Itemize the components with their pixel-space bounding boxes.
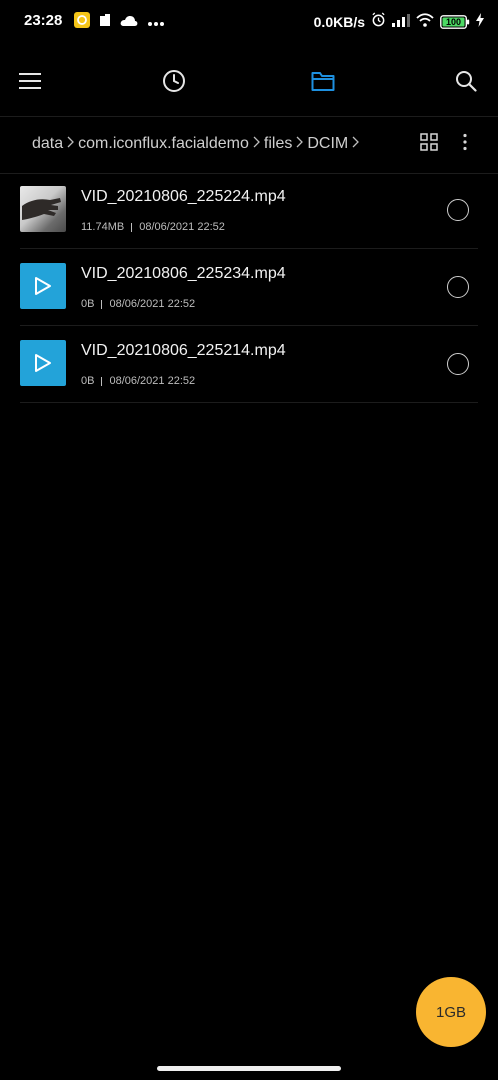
signal-icon: [392, 13, 410, 32]
file-row[interactable]: VID_20210806_225234.mp4 0B 08/06/2021 22…: [20, 249, 478, 326]
more-vertical-icon: [463, 133, 467, 151]
file-date: 08/06/2021 22:52: [139, 221, 225, 233]
breadcrumb-item-data[interactable]: data: [32, 135, 63, 153]
folder-icon: [311, 72, 335, 91]
file-name: VID_20210806_225214.mp4: [81, 342, 286, 359]
breadcrumb-item-files[interactable]: files: [264, 135, 292, 153]
clock-icon: [163, 70, 185, 92]
video-file-thumbnail: [20, 340, 66, 386]
file-row[interactable]: VID_20210806_225214.mp4 0B 08/06/2021 22…: [20, 326, 478, 403]
video-file-thumbnail: [20, 263, 66, 309]
status-bar: 23:28 0.0KB/s 100: [0, 0, 498, 44]
home-gesture-bar[interactable]: [157, 1066, 341, 1071]
alarm-icon: [371, 12, 386, 32]
file-size: 0B: [81, 298, 95, 310]
meta-divider: [101, 376, 103, 386]
chevron-right-icon: [296, 135, 304, 153]
battery-icon: 100: [440, 15, 470, 29]
select-checkbox[interactable]: [447, 199, 469, 221]
network-speed: 0.0KB/s: [313, 14, 365, 30]
breadcrumb-item-dcim[interactable]: DCIM: [307, 135, 348, 153]
select-checkbox[interactable]: [447, 353, 469, 375]
breadcrumb-bar: data com.iconflux.facialdemo files DCIM: [0, 116, 498, 174]
more-options-button[interactable]: [462, 133, 468, 156]
status-time: 23:28: [24, 12, 63, 29]
chevron-right-icon: [352, 135, 360, 153]
breadcrumb-item-package[interactable]: com.iconflux.facialdemo: [78, 135, 249, 153]
play-icon: [35, 277, 51, 295]
select-checkbox[interactable]: [447, 276, 469, 298]
more-notifications-icon: [147, 14, 165, 32]
search-icon: [456, 71, 477, 92]
cloud-icon: [120, 14, 138, 32]
chevron-right-icon: [253, 135, 260, 153]
storage-usage-button[interactable]: 1GB: [416, 977, 486, 1047]
menu-button[interactable]: [13, 64, 47, 98]
wifi-icon: [416, 12, 434, 32]
file-size: 11.74MB: [81, 221, 125, 233]
grid-view-icon: [420, 133, 438, 151]
menu-icon: [19, 73, 41, 89]
file-date: 08/06/2021 22:52: [109, 298, 196, 310]
breadcrumb: data com.iconflux.facialdemo files DCIM: [32, 135, 363, 153]
file-name: VID_20210806_225234.mp4: [81, 265, 286, 282]
storage-usage-label: 1GB: [435, 1003, 466, 1021]
chevron-right-icon: [67, 135, 75, 153]
meta-divider: [131, 222, 133, 232]
search-button[interactable]: [449, 64, 483, 98]
top-toolbar: [0, 56, 498, 104]
sim-card-icon: [99, 13, 111, 32]
meta-divider: [101, 299, 103, 309]
file-row[interactable]: VID_20210806_225224.mp4 11.74MB 08/06/20…: [20, 172, 478, 249]
grid-view-button[interactable]: [420, 133, 438, 156]
file-date: 08/06/2021 22:52: [109, 375, 196, 387]
recent-tab-button[interactable]: [157, 64, 191, 98]
file-list: VID_20210806_225224.mp4 11.74MB 08/06/20…: [20, 172, 478, 403]
notification-app-icon: [74, 12, 90, 33]
video-thumbnail: [20, 186, 66, 232]
file-name: VID_20210806_225224.mp4: [81, 188, 286, 205]
charging-icon: [476, 12, 484, 32]
battery-level: 100: [445, 17, 462, 27]
play-icon: [35, 354, 51, 372]
files-tab-button[interactable]: [306, 64, 340, 98]
file-size: 0B: [81, 375, 95, 387]
file-manager-screen: 23:28 0.0KB/s 100 data com.iconflux.faci…: [0, 0, 498, 1080]
